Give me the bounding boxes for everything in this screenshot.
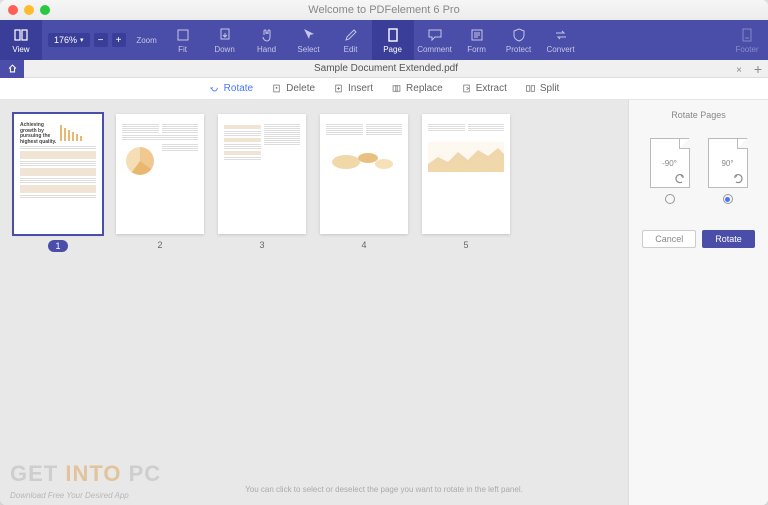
rotate-action[interactable]: Rotate <box>209 83 253 94</box>
replace-action[interactable]: Replace <box>391 83 443 94</box>
radio-icon <box>723 194 733 204</box>
page-number: 3 <box>259 240 264 250</box>
sidebar-buttons: Cancel Rotate <box>642 230 755 248</box>
traffic-lights <box>8 5 50 15</box>
view-tool[interactable]: View <box>0 20 42 60</box>
rotate-button[interactable]: Rotate <box>702 230 755 248</box>
zoom-dropdown[interactable]: 176%▾ <box>48 33 90 47</box>
page-sub-toolbar: Rotate Delete Insert Replace Extract Spl… <box>0 78 768 100</box>
close-window-icon[interactable] <box>8 5 18 15</box>
zoom-in-button[interactable]: + <box>112 33 126 47</box>
app-window: Welcome to PDFelement 6 Pro View 176%▾ −… <box>0 0 768 505</box>
page-thumbnail-3[interactable]: 3 <box>218 114 306 250</box>
page-number: 2 <box>157 240 162 250</box>
zoom-control: 176%▾ − + <box>42 20 132 60</box>
page-tool[interactable]: Page <box>372 20 414 60</box>
close-tab-icon[interactable]: × <box>736 65 742 76</box>
add-tab-button[interactable]: + <box>748 61 768 77</box>
page-thumbnails: Achieving growth by pursuing the highest… <box>0 100 628 505</box>
down-tool[interactable]: Down <box>204 20 246 60</box>
radio-icon <box>665 194 675 204</box>
page-number: 4 <box>361 240 366 250</box>
home-icon[interactable] <box>0 60 24 78</box>
page-thumbnail-4[interactable]: 4 <box>320 114 408 250</box>
rotate-neg90-option[interactable]: -90° <box>650 138 690 204</box>
rotate-sidebar: Rotate Pages -90° 90° Cancel Rotate You … <box>628 100 768 505</box>
watermark-sub: Download Free Your Desired App <box>10 491 129 500</box>
page-preview <box>320 114 408 234</box>
zoom-tool-label: Zoom <box>132 20 162 60</box>
extract-action[interactable]: Extract <box>461 83 507 94</box>
document-tab[interactable]: Sample Document Extended.pdf × <box>24 63 748 74</box>
select-tool[interactable]: Select <box>288 20 330 60</box>
fit-tool[interactable]: Fit <box>162 20 204 60</box>
content-area: Achieving growth by pursuing the highest… <box>0 100 768 505</box>
page-number: 5 <box>463 240 468 250</box>
page-thumbnail-1[interactable]: Achieving growth by pursuing the highest… <box>14 114 102 252</box>
insert-action[interactable]: Insert <box>333 83 373 94</box>
document-tabs: Sample Document Extended.pdf × + <box>0 60 768 78</box>
page-preview <box>116 114 204 234</box>
maximize-window-icon[interactable] <box>40 5 50 15</box>
sidebar-title: Rotate Pages <box>671 110 726 120</box>
page-preview <box>218 114 306 234</box>
main-toolbar: View 176%▾ − + Zoom Fit Down Hand Select… <box>0 20 768 60</box>
protect-tool[interactable]: Protect <box>498 20 540 60</box>
edit-tool[interactable]: Edit <box>330 20 372 60</box>
hand-tool[interactable]: Hand <box>246 20 288 60</box>
cancel-button[interactable]: Cancel <box>642 230 696 248</box>
rotate-options: -90° 90° <box>650 138 748 204</box>
page-preview: Achieving growth by pursuing the highest… <box>14 114 102 234</box>
page-number: 1 <box>48 240 67 252</box>
page-thumbnail-2[interactable]: 2 <box>116 114 204 250</box>
footer-tool[interactable]: Footer <box>726 20 768 60</box>
convert-tool[interactable]: Convert <box>540 20 582 60</box>
form-tool[interactable]: Form <box>456 20 498 60</box>
watermark: GET INTO PC <box>10 461 161 487</box>
comment-tool[interactable]: Comment <box>414 20 456 60</box>
delete-action[interactable]: Delete <box>271 83 315 94</box>
rotate-pos90-option[interactable]: 90° <box>708 138 748 204</box>
titlebar: Welcome to PDFelement 6 Pro <box>0 0 768 20</box>
page-thumbnail-5[interactable]: 5 <box>422 114 510 250</box>
minimize-window-icon[interactable] <box>24 5 34 15</box>
page-preview <box>422 114 510 234</box>
zoom-out-button[interactable]: − <box>94 33 108 47</box>
window-title: Welcome to PDFelement 6 Pro <box>308 4 459 16</box>
split-action[interactable]: Split <box>525 83 559 94</box>
